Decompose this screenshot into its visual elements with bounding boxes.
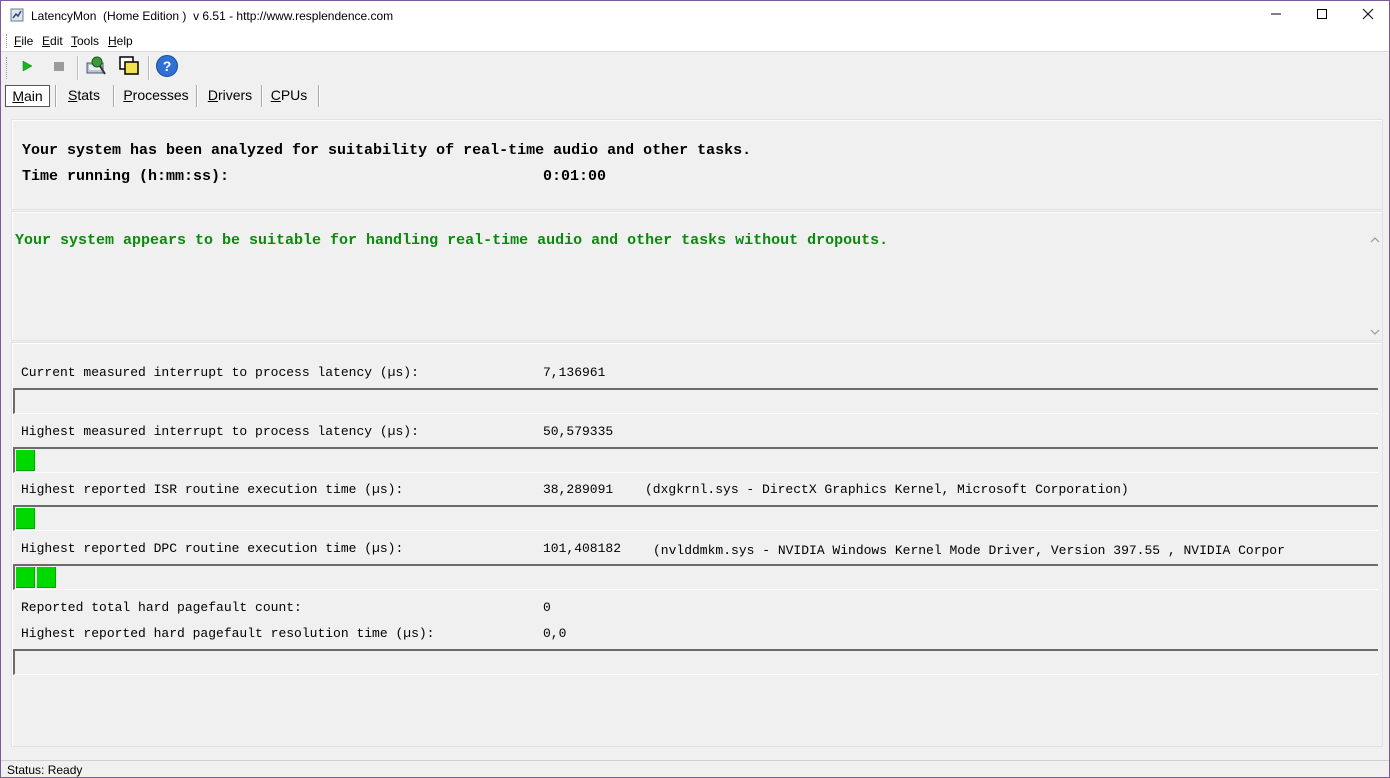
metric-label: Current measured interrupt to process la…	[21, 365, 419, 380]
bar-segment	[16, 567, 35, 588]
latency-bar	[13, 505, 1378, 531]
toolbar-separator	[77, 56, 79, 80]
pagefault-bar	[13, 649, 1378, 675]
metric-detail: (nvlddmkm.sys - NVIDIA Windows Kernel Mo…	[653, 543, 1285, 558]
pagefault-resolution-value: 0,0	[543, 626, 567, 641]
toolbar-separator	[148, 56, 150, 80]
menu-edit[interactable]: Edit	[42, 34, 63, 48]
windows-button[interactable]	[117, 55, 141, 82]
menu-bar: File Edit Tools Help	[1, 31, 1389, 52]
metric-label: Highest reported ISR routine execution t…	[21, 482, 404, 497]
scroll-up-icon[interactable]	[1369, 234, 1381, 246]
stop-button[interactable]	[47, 56, 71, 80]
pagefault-resolution-label: Highest reported hard pagefault resoluti…	[21, 626, 435, 641]
time-running-value: 0:01:00	[543, 168, 607, 185]
verdict-message: Your system appears to be suitable for h…	[15, 232, 889, 249]
metric-label: Highest measured interrupt to process la…	[21, 424, 419, 439]
svg-text:?: ?	[163, 58, 172, 74]
latency-bar	[13, 447, 1378, 473]
tab-separator	[55, 85, 57, 107]
bar-segment	[37, 567, 56, 588]
minimize-icon	[1270, 7, 1282, 25]
tab-stats[interactable]: Stats	[63, 85, 105, 105]
help-button[interactable]: ?	[155, 54, 179, 83]
metric-value: 38,289091	[543, 482, 614, 497]
metric-value: 101,408182	[543, 541, 622, 556]
tab-main[interactable]: Main	[5, 85, 50, 107]
pagefault-count-label: Reported total hard pagefault count:	[21, 600, 302, 615]
time-running-label: Time running (h:mm:ss):	[22, 168, 230, 185]
window-title: LatencyMon (Home Edition ) v 6.51 - http…	[31, 9, 394, 23]
tab-strip: Main Stats Processes Drivers CPUs	[1, 83, 1389, 109]
metric-detail: (dxgkrnl.sys - DirectX Graphics Kernel, …	[645, 482, 1129, 497]
status-bar: Status: Ready	[1, 760, 1389, 777]
summary-panel: Your system has been analyzed for suitab…	[11, 119, 1383, 210]
windows-icon	[118, 55, 140, 82]
bar-fill	[16, 567, 56, 588]
start-button[interactable]	[15, 56, 39, 80]
play-icon	[20, 59, 34, 78]
tab-separator	[261, 85, 263, 107]
scroll-down-icon[interactable]	[1369, 326, 1381, 338]
latencymon-app-icon	[10, 8, 24, 22]
bar-fill	[16, 508, 35, 529]
metric-value: 50,579335	[543, 424, 614, 439]
toolbar-grip[interactable]	[6, 57, 9, 79]
close-icon	[1362, 7, 1374, 25]
menu-help[interactable]: Help	[108, 34, 133, 48]
maximize-icon	[1316, 7, 1328, 25]
bar-segment	[16, 450, 35, 471]
metric-value: 7,136961	[543, 365, 606, 380]
help-icon: ?	[155, 54, 179, 83]
bar-fill	[16, 450, 35, 471]
drivers-tool-button[interactable]	[84, 56, 108, 80]
verdict-panel: Your system appears to be suitable for h…	[11, 211, 1383, 341]
menu-file[interactable]: File	[14, 34, 33, 48]
status-text: Status: Ready	[7, 763, 83, 777]
tab-processes[interactable]: Processes	[122, 85, 190, 105]
title-bar[interactable]: LatencyMon (Home Edition ) v 6.51 - http…	[1, 1, 1389, 31]
close-button[interactable]	[1345, 1, 1389, 31]
menu-grip[interactable]	[6, 34, 9, 48]
analyzed-text: Your system has been analyzed for suitab…	[22, 142, 752, 159]
app-window: LatencyMon (Home Edition ) v 6.51 - http…	[0, 0, 1390, 778]
latency-bar	[13, 564, 1378, 590]
metric-label: Highest reported DPC routine execution t…	[21, 541, 404, 556]
minimize-button[interactable]	[1253, 1, 1299, 31]
stop-icon	[52, 59, 66, 78]
latency-bar	[13, 388, 1378, 414]
tab-drivers[interactable]: Drivers	[205, 85, 255, 105]
drivers-tool-icon	[85, 55, 107, 82]
pagefault-count-value: 0	[543, 600, 551, 615]
maximize-button[interactable]	[1299, 1, 1345, 31]
tab-cpus[interactable]: CPUs	[269, 85, 309, 105]
metric-detail-clip: (nvlddmkm.sys - NVIDIA Windows Kernel Mo…	[653, 541, 1379, 559]
tab-separator	[318, 85, 320, 107]
tab-separator	[196, 85, 198, 107]
menu-tools[interactable]: Tools	[71, 34, 99, 48]
toolbar: ?	[1, 53, 1389, 83]
bar-segment	[16, 508, 35, 529]
tab-separator	[113, 85, 115, 107]
